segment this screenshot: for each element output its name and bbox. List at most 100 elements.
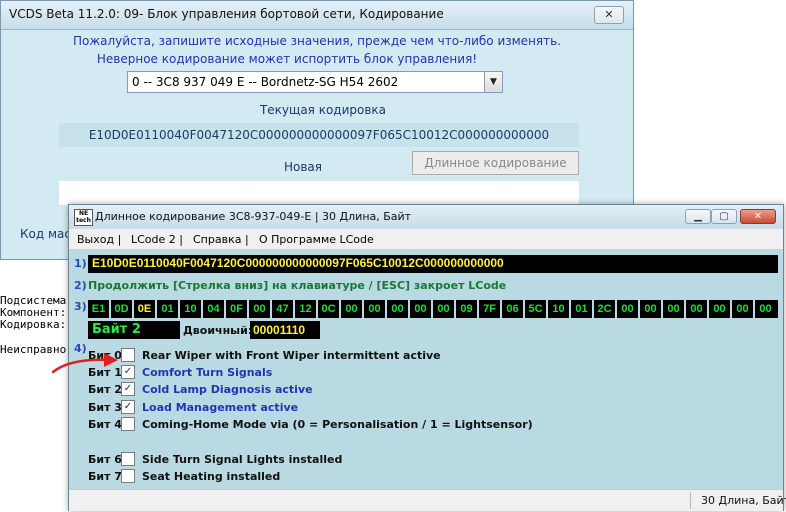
menu-lcode2[interactable]: LCode 2 | [131,233,183,246]
byte-cell[interactable]: 5C [526,300,545,318]
byte-cell[interactable]: 09 [457,300,476,318]
vcds-titlebar[interactable]: VCDS Beta 11.2.0: 09- Блок управления бо… [1,1,633,30]
bit-description: Seat Heating installed [142,470,281,483]
byte-separator [500,300,502,318]
byte-cell[interactable]: 10 [549,300,568,318]
long-coding-button[interactable]: Длинное кодирование [412,151,579,175]
byte-separator [684,300,686,318]
byte-cell[interactable]: 00 [250,300,269,318]
bit-checkbox[interactable]: ✓ [121,400,135,414]
byte-cell[interactable]: 00 [733,300,752,318]
binary-field: 00001110 [250,321,320,339]
byte-cell[interactable]: 47 [273,300,292,318]
maximize-icon[interactable]: ▢ [711,209,737,224]
lcode-window-title: Длинное кодирование 3C8-937-049-E | 30 Д… [95,210,412,223]
byte-separator [109,300,111,318]
lcode-titlebar[interactable]: NE tech Длинное кодирование 3C8-937-049-… [69,205,783,229]
current-coding-value: E10D0E0110040F0047120C000000000000097F06… [88,128,550,142]
byte-separator [339,300,341,318]
byte-separator [707,300,709,318]
byte-cell[interactable]: 00 [641,300,660,318]
status-text: 30 Длина, Байт [701,494,786,507]
menu-about[interactable]: О Программе LCode [259,233,374,246]
row-number-2: 2) [74,279,87,292]
lcode-coding-field[interactable]: E10D0E0110040F0047120C000000000000097F06… [88,255,778,273]
byte-cell[interactable]: 04 [204,300,223,318]
byte-cell[interactable]: 00 [618,300,637,318]
bit-description: Rear Wiper with Front Wiper intermittent… [142,349,441,362]
current-coding-label: Текущая кодировка [259,103,387,117]
byte-cell[interactable]: 00 [756,300,775,318]
byte-separator [753,300,755,318]
bit-description: Side Turn Signal Lights installed [142,453,343,466]
bit-checkbox[interactable]: ✓ [121,382,135,396]
chevron-down-icon[interactable]: ▼ [484,72,502,92]
new-coding-label: Новая [283,160,322,174]
bit-description: Cold Lamp Diagnosis active [142,383,313,396]
byte-separator [408,300,410,318]
byte-separator [293,300,295,318]
selected-byte-label: Байт 2 [92,322,141,337]
byte-cell[interactable]: 00 [710,300,729,318]
warning-text-2: Неверное кодирование может испортить бло… [96,52,478,66]
byte-separator [546,300,548,318]
byte-cell[interactable]: 10 [181,300,200,318]
bit-label: Бит 6 [88,453,122,466]
coding-label: Кодировка: [0,318,67,331]
byte-separator [454,300,456,318]
instruction-text: Продолжить [Стрелка вниз] на клавиатуре … [88,279,507,292]
bit-checkbox[interactable] [121,469,135,483]
byte-cell[interactable]: 0C [319,300,338,318]
byte-strip: E1 0D 0E 01 10 04 0F 00 47 12 0C 00 00 00 00 00 09 7F 06 5C… [88,300,778,318]
byte-cell[interactable]: 06 [503,300,522,318]
byte-cell[interactable]: 00 [411,300,430,318]
bit-label: Бит 4 [88,418,122,431]
byte-separator [178,300,180,318]
status-divider [690,492,691,509]
byte-cell[interactable]: E1 [89,300,108,318]
bit-description: Coming-Home Mode via (0 = Personalisatio… [142,418,533,431]
byte-cell[interactable]: 00 [664,300,683,318]
byte-separator [661,300,663,318]
bit-checkbox[interactable] [121,452,135,466]
byte-separator [730,300,732,318]
minimize-icon[interactable]: ▁ [685,209,711,224]
byte-separator [569,300,571,318]
module-select-value: 0 -- 3C8 937 049 E -- Bordnetz-SG H54 26… [132,75,399,89]
byte-cell[interactable]: 01 [158,300,177,318]
byte-separator [431,300,433,318]
bit-label: Бит 7 [88,470,122,483]
byte-cell[interactable]: 0F [227,300,246,318]
byte-cell[interactable]: 00 [388,300,407,318]
row-number-3: 3) [74,300,87,313]
byte-cell[interactable]: 01 [572,300,591,318]
byte-cell[interactable]: 7F [480,300,499,318]
byte-separator [224,300,226,318]
new-coding-input[interactable] [59,181,579,205]
byte-cell[interactable]: 00 [434,300,453,318]
vcds-close-button[interactable]: ✕ [594,6,624,24]
byte-cell[interactable]: 00 [687,300,706,318]
bit-description: Comfort Turn Signals [142,366,273,379]
byte-cell[interactable]: 2C [595,300,614,318]
byte-separator [362,300,364,318]
byte-cell[interactable]: 12 [296,300,315,318]
byte-cell[interactable]: 0D [112,300,131,318]
bit-checkbox[interactable] [121,417,135,431]
binary-value: 00001110 [253,323,306,337]
byte-cell[interactable]: 00 [342,300,361,318]
vcds-window-title: VCDS Beta 11.2.0: 09- Блок управления бо… [9,7,444,21]
master-code-label: Код мас [20,227,71,241]
lcode-menubar: Выход | LCode 2 | Справка | О Программе … [69,229,783,250]
byte-separator [385,300,387,318]
byte-cell[interactable]: 0E [135,300,154,318]
byte-cell[interactable]: 00 [365,300,384,318]
menu-exit[interactable]: Выход | [77,233,121,246]
netech-logo-icon: NE tech [74,209,93,226]
module-select[interactable]: 0 -- 3C8 937 049 E -- Bordnetz-SG H54 26… [127,71,503,93]
byte-separator [316,300,318,318]
menu-help[interactable]: Справка | [193,233,249,246]
close-icon[interactable]: ✕ [740,209,776,224]
byte-separator [638,300,640,318]
lcode-statusbar: 30 Длина, Байт [69,489,786,511]
